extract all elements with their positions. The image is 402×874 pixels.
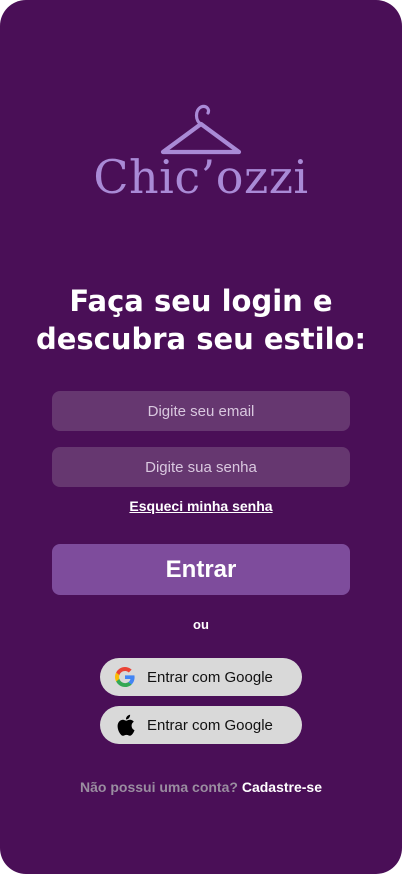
- title-line-1: Faça seu login e: [69, 284, 333, 318]
- brand-name: Chic’ozzi: [93, 150, 309, 204]
- page-title: Faça seu login e descubra seu estilo:: [0, 282, 402, 358]
- google-login-button[interactable]: Entrar com Google: [100, 658, 302, 696]
- password-input[interactable]: [52, 447, 350, 487]
- signup-link[interactable]: Cadastre-se: [242, 779, 322, 795]
- login-button[interactable]: Entrar: [52, 544, 350, 595]
- title-line-2: descubra seu estilo:: [35, 322, 367, 356]
- google-icon: [114, 666, 136, 688]
- divider-label: ou: [193, 617, 209, 632]
- email-input[interactable]: [52, 391, 350, 431]
- apple-icon: [114, 714, 136, 736]
- signup-prompt: Não possui uma conta? Cadastre-se: [0, 779, 402, 795]
- apple-login-label: Entrar com Google: [147, 716, 273, 734]
- google-login-label: Entrar com Google: [147, 668, 273, 686]
- apple-login-button[interactable]: Entrar com Google: [100, 706, 302, 744]
- logo: Chic’ozzi: [0, 104, 402, 204]
- signup-question: Não possui uma conta?: [80, 779, 238, 795]
- forgot-password-link[interactable]: Esqueci minha senha: [0, 498, 402, 514]
- login-screen: Chic’ozzi Faça seu login e descubra seu …: [0, 0, 402, 874]
